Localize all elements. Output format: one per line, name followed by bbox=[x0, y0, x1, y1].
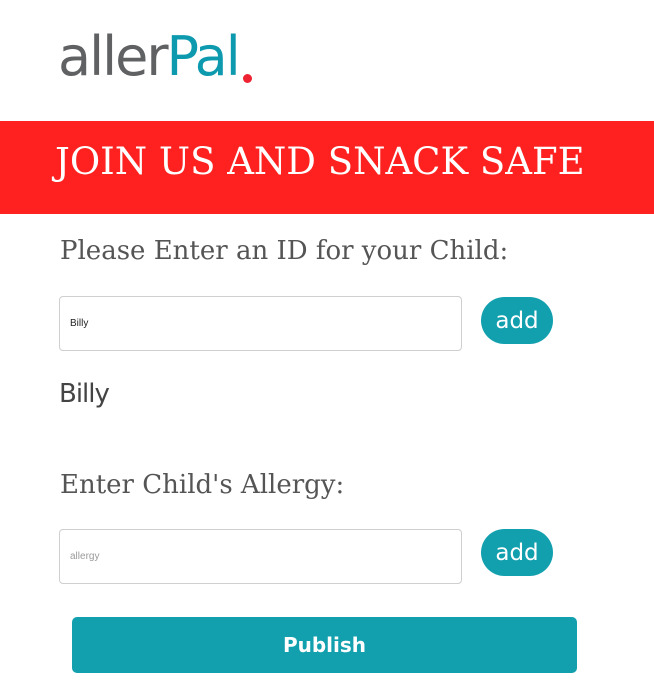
allergy-label: Enter Child's Allergy: bbox=[60, 470, 345, 500]
child-id-input[interactable] bbox=[59, 296, 462, 351]
allerpal-logo: aller Pal bbox=[58, 22, 252, 92]
banner-heading: JOIN US AND SNACK SAFE bbox=[55, 140, 585, 183]
add-allergy-button[interactable]: add bbox=[481, 529, 553, 576]
logo-dot-icon bbox=[242, 74, 252, 83]
publish-button[interactable]: Publish bbox=[72, 617, 577, 673]
add-child-id-button[interactable]: add bbox=[481, 297, 553, 344]
added-child-name: Billy bbox=[59, 379, 110, 409]
logo-text-aller: aller bbox=[58, 25, 169, 88]
allergy-input[interactable] bbox=[59, 529, 462, 584]
logo-text-pal: Pal bbox=[166, 25, 241, 88]
child-id-label: Please Enter an ID for your Child: bbox=[60, 236, 509, 266]
